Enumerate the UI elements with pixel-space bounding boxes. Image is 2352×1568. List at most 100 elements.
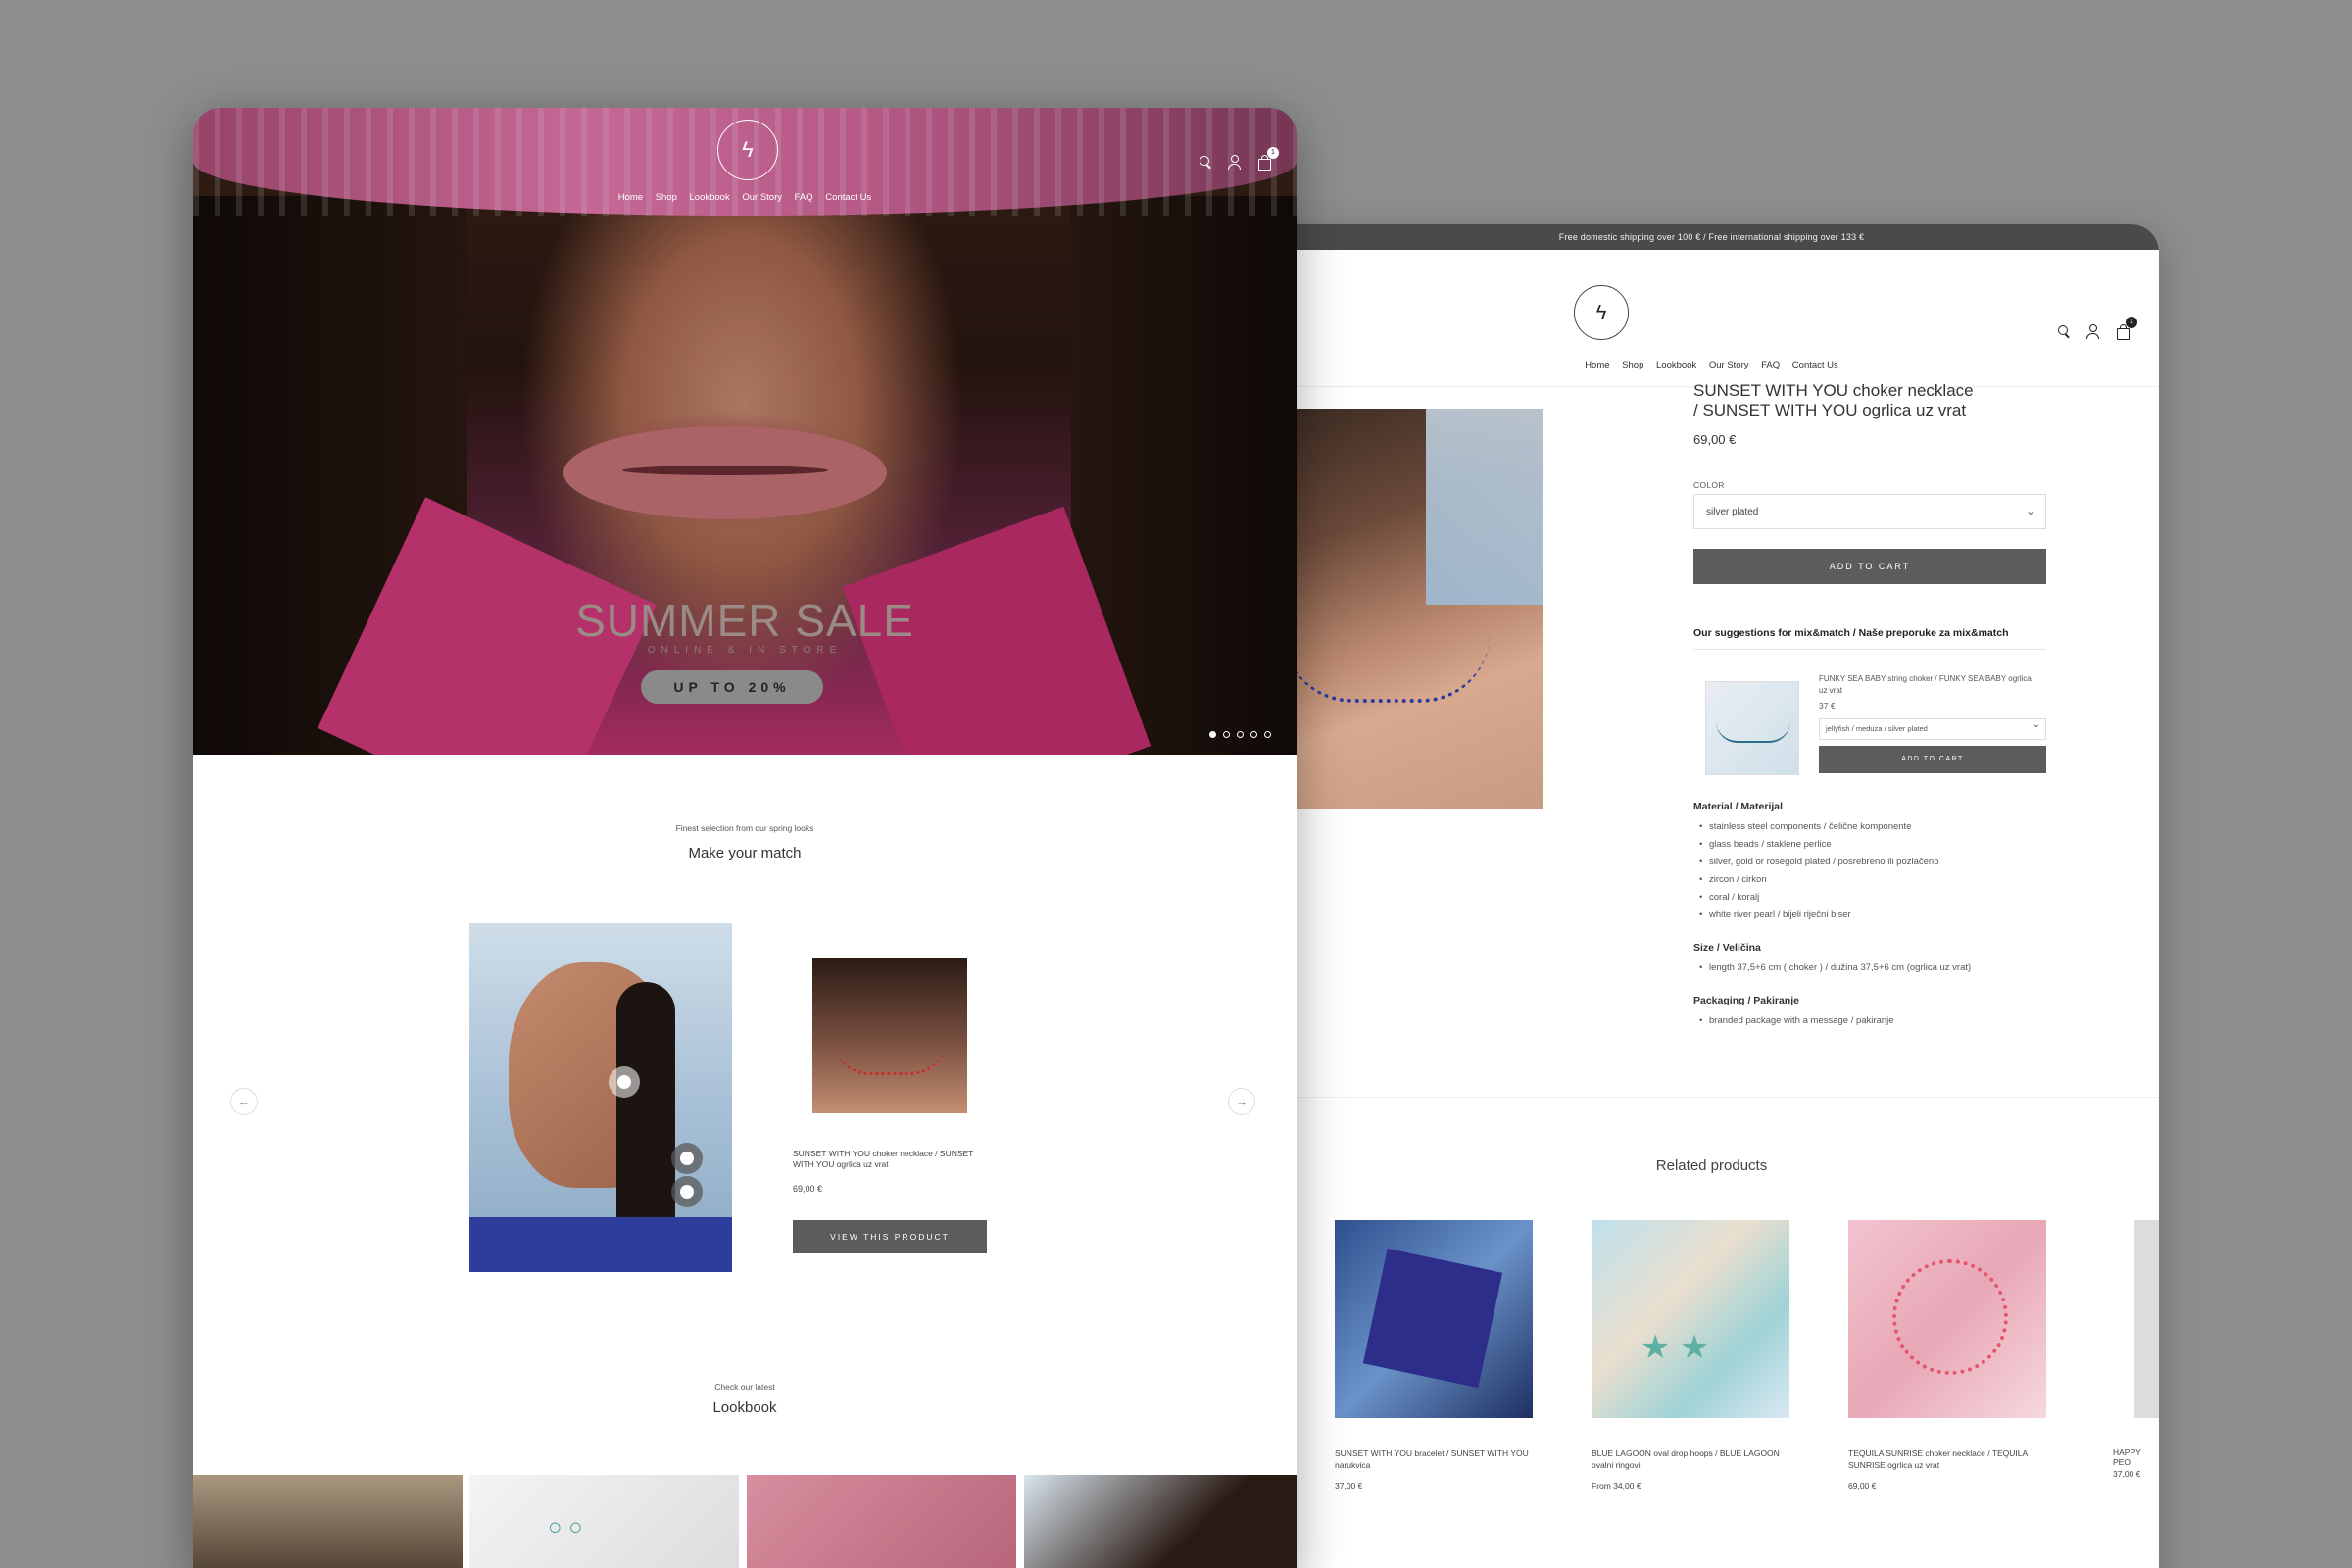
color-select[interactable]: silver plated <box>1693 493 2046 529</box>
nav-lookbook[interactable]: Lookbook <box>1656 360 1696 370</box>
lookbook-tile[interactable] <box>747 1475 1016 1568</box>
cart-count-badge: 1 <box>2126 317 2137 328</box>
suggestion-price: 37 € <box>1819 701 1836 710</box>
slider-dot[interactable] <box>1237 731 1244 738</box>
product-title-line1: SUNSET WITH YOU choker necklace <box>1693 381 1974 400</box>
spec-item: glass beads / staklene perlice <box>1693 836 2056 854</box>
prev-arrow-button[interactable]: ← <box>230 1088 258 1115</box>
spec-heading-material: Material / Materijal <box>1693 801 1784 812</box>
related-item-image[interactable] <box>1592 1220 1789 1418</box>
match-eyebrow: Finest selection from our spring looks <box>675 823 814 833</box>
suggestions-title: Our suggestions for mix&match / Naše pre… <box>1693 627 2046 650</box>
search-icon[interactable] <box>1197 153 1214 171</box>
match-product-price: 69,00 € <box>793 1184 823 1194</box>
spec-item: length 37,5+6 cm ( choker ) / dužina 37,… <box>1693 959 2056 977</box>
cart-icon[interactable]: 1 <box>1255 147 1279 171</box>
match-product-image[interactable] <box>812 958 967 1113</box>
suggestion-image[interactable] <box>1705 681 1799 775</box>
arrow-right-icon: → <box>1236 1095 1248 1108</box>
view-product-button[interactable]: VIEW THIS PRODUCT <box>793 1220 987 1253</box>
nav-home[interactable]: Home <box>1585 360 1609 370</box>
product-hotspot-active[interactable] <box>671 1176 703 1207</box>
match-title: Make your match <box>688 845 802 861</box>
lightning-logo-icon: ϟ <box>1595 301 1607 323</box>
cart-icon[interactable]: 1 <box>2114 317 2137 340</box>
hero-slider[interactable]: ϟ Home Shop Lookbook Our Story FAQ Conta… <box>193 108 1297 755</box>
related-item-name[interactable]: BLUE LAGOON oval drop hoops / BLUE LAGOO… <box>1592 1447 1789 1471</box>
spec-heading-packaging: Packaging / Pakiranje <box>1693 995 1799 1006</box>
product-title-line2: / SUNSET WITH YOU ogrlica uz vrat <box>1693 401 1967 419</box>
nav-lookbook[interactable]: Lookbook <box>690 192 730 203</box>
lookbook-eyebrow: Check our latest <box>714 1382 775 1392</box>
product-hotspot[interactable] <box>609 1066 640 1098</box>
product-price: 69,00 € <box>1693 432 1737 447</box>
brand-logo[interactable]: ϟ <box>717 120 778 180</box>
image-sky <box>1426 409 1544 605</box>
related-item-name[interactable]: SUNSET WITH YOU bracelet / SUNSET WITH Y… <box>1335 1447 1533 1471</box>
spec-item: white river pearl / bijeli riječni biser <box>1693 906 2056 924</box>
nav-home[interactable]: Home <box>618 192 643 203</box>
nav-shop[interactable]: Shop <box>656 192 677 203</box>
hero-cta-button[interactable]: UP TO 20% <box>641 670 823 704</box>
brand-logo[interactable]: ϟ <box>1574 285 1629 340</box>
related-products-title: Related products <box>1655 1157 1768 1174</box>
search-icon[interactable] <box>2055 322 2073 340</box>
slider-dot[interactable] <box>1223 731 1230 738</box>
product-hotspot[interactable] <box>671 1143 703 1174</box>
nav-our-story[interactable]: Our Story <box>1709 360 1749 370</box>
arrow-left-icon: ← <box>238 1095 250 1108</box>
nav-contact-us[interactable]: Contact Us <box>1792 360 1838 370</box>
nav-contact-us[interactable]: Contact Us <box>825 192 871 203</box>
lookbook-tile[interactable] <box>469 1475 739 1568</box>
lookbook-tile[interactable] <box>193 1475 463 1568</box>
next-arrow-button[interactable]: → <box>1228 1088 1255 1115</box>
suggestion-add-to-cart-button[interactable]: ADD TO CART <box>1819 746 2046 773</box>
spec-list-packaging: branded package with a message / pakiran… <box>1693 1012 2056 1030</box>
account-icon[interactable] <box>2084 322 2102 340</box>
lookbook-tile[interactable] <box>1024 1475 1297 1568</box>
suggestion-name[interactable]: FUNKY SEA BABY string choker / FUNKY SEA… <box>1819 673 2034 697</box>
hero-overlay <box>193 108 1297 755</box>
related-item[interactable]: BLUE LAGOON oval drop hoops / BLUE LAGOO… <box>1592 1220 1789 1491</box>
related-item-image[interactable] <box>1335 1220 1533 1418</box>
image-choker <box>1284 634 1490 703</box>
slider-dot[interactable] <box>1264 731 1271 738</box>
spec-item: stainless steel components / čelične kom… <box>1693 818 2056 836</box>
nav-our-story[interactable]: Our Story <box>742 192 782 203</box>
account-icon[interactable] <box>1226 153 1244 171</box>
lookbook-image <box>469 923 732 1272</box>
related-item-price: 37,00 € <box>1335 1481 1363 1491</box>
cart-count-badge: 1 <box>1267 147 1279 159</box>
nav-shop[interactable]: Shop <box>1622 360 1643 370</box>
header-icons: 1 <box>1197 147 1279 171</box>
section-divider <box>1264 1097 2159 1098</box>
site-header: ϟ Home Shop Lookbook Our Story FAQ Conta… <box>1264 250 2159 387</box>
spec-item: zircon / cirkon <box>1693 871 2056 889</box>
announcement-bar: Free domestic shipping over 100 € / Free… <box>1264 224 2159 250</box>
related-item[interactable]: SUNSET WITH YOU bracelet / SUNSET WITH Y… <box>1335 1220 1533 1491</box>
related-item[interactable]: TEQUILA SUNRISE choker necklace / TEQUIL… <box>1848 1220 2046 1491</box>
slider-dot[interactable] <box>1250 731 1257 738</box>
product-specs: Material / Materijal stainless steel com… <box>1693 801 2056 1030</box>
nav-faq[interactable]: FAQ <box>795 192 813 203</box>
related-item-image[interactable] <box>1848 1220 2046 1418</box>
match-product-name[interactable]: SUNSET WITH YOU choker necklace / SUNSET… <box>793 1149 989 1170</box>
main-nav: Home Shop Lookbook Our Story FAQ Contact… <box>1264 360 2159 370</box>
header-icons: 1 <box>2055 317 2137 340</box>
suggestion-item: FUNKY SEA BABY string choker / FUNKY SEA… <box>1693 665 2046 783</box>
slider-dot[interactable] <box>1209 731 1216 738</box>
product-image[interactable] <box>1264 409 1544 808</box>
related-item-partial-right[interactable] <box>2134 1220 2159 1418</box>
related-item-name[interactable]: HAPPY PEO <box>2113 1447 2159 1467</box>
slider-dots <box>1209 731 1271 738</box>
add-to-cart-button[interactable]: ADD TO CART <box>1693 549 2046 584</box>
color-label: COLOR <box>1693 480 1725 490</box>
related-item-price: 37,00 € <box>2113 1469 2141 1479</box>
main-nav: Home Shop Lookbook Our Story FAQ Contact… <box>193 192 1297 203</box>
nav-faq[interactable]: FAQ <box>1761 360 1780 370</box>
product-title: SUNSET WITH YOU choker necklace / SUNSET… <box>1693 381 2056 420</box>
suggestion-variant-select[interactable]: jellyfish / meduza / silver plated <box>1819 715 2046 740</box>
spec-item: branded package with a message / pakiran… <box>1693 1012 2056 1030</box>
related-item-name[interactable]: TEQUILA SUNRISE choker necklace / TEQUIL… <box>1848 1447 2046 1471</box>
home-page-window: ϟ Home Shop Lookbook Our Story FAQ Conta… <box>193 108 1297 1568</box>
